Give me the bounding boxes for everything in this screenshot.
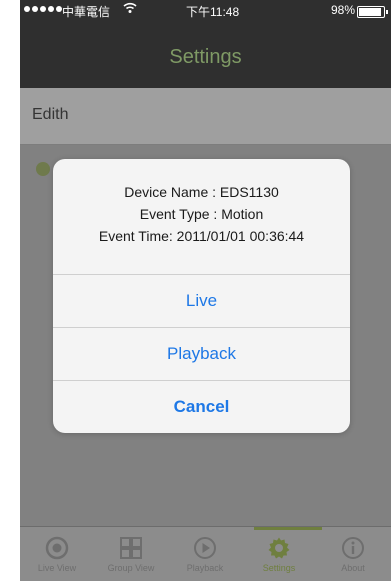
active-tab-indicator [254, 527, 322, 530]
page-title: Settings [169, 46, 242, 68]
about-icon [342, 537, 364, 559]
battery-icon [357, 6, 388, 18]
alert-message: Device Name : EDS1130 Event Type : Motio… [53, 181, 350, 247]
tab-label: Live View [37, 563, 77, 573]
phone-screen: 中華電信 下午11:48 98% Settings Edith Live Vie… [20, 0, 391, 581]
tab-group-view[interactable]: Group View [94, 531, 168, 581]
signal-strength-icon [24, 6, 62, 12]
tab-playback[interactable]: Playback [168, 531, 242, 581]
event-time-line: Event Time: 2011/01/01 00:36:44 [98, 228, 305, 244]
battery-percent: 98% [330, 3, 355, 17]
top-bar: 中華電信 下午11:48 98% Settings [20, 0, 391, 88]
status-time: 下午11:48 [186, 5, 240, 19]
device-row[interactable]: Edith [20, 88, 391, 145]
navigation-bar: Settings [20, 20, 391, 88]
tab-about[interactable]: About [316, 531, 390, 581]
event-type-line: Event Type : Motion [139, 206, 264, 222]
tab-label: About [341, 563, 365, 573]
cancel-button[interactable]: Cancel [53, 380, 350, 433]
device-name-line: Device Name : EDS1130 [124, 184, 279, 200]
tab-label: Playback [186, 563, 224, 573]
status-bar: 中華電信 下午11:48 98% [20, 0, 391, 20]
tab-settings[interactable]: Settings [242, 531, 316, 581]
wifi-icon [123, 2, 137, 17]
tab-live-view[interactable]: Live View [20, 531, 94, 581]
tab-label: Group View [107, 563, 155, 573]
device-status-icon [36, 162, 50, 176]
playback-button[interactable]: Playback [53, 327, 350, 380]
carrier-name: 中華電信 [62, 5, 111, 19]
device-row-label: Edith [32, 106, 69, 123]
live-view-icon [45, 536, 69, 560]
group-view-icon [120, 537, 142, 559]
tab-label: Settings [262, 563, 296, 573]
settings-icon [268, 537, 290, 559]
event-alert-dialog: Device Name : EDS1130 Event Type : Motio… [53, 159, 350, 433]
live-button[interactable]: Live [53, 274, 350, 327]
playback-icon [194, 537, 216, 559]
tab-bar: Live View Group View Playback Settings A… [20, 526, 391, 581]
